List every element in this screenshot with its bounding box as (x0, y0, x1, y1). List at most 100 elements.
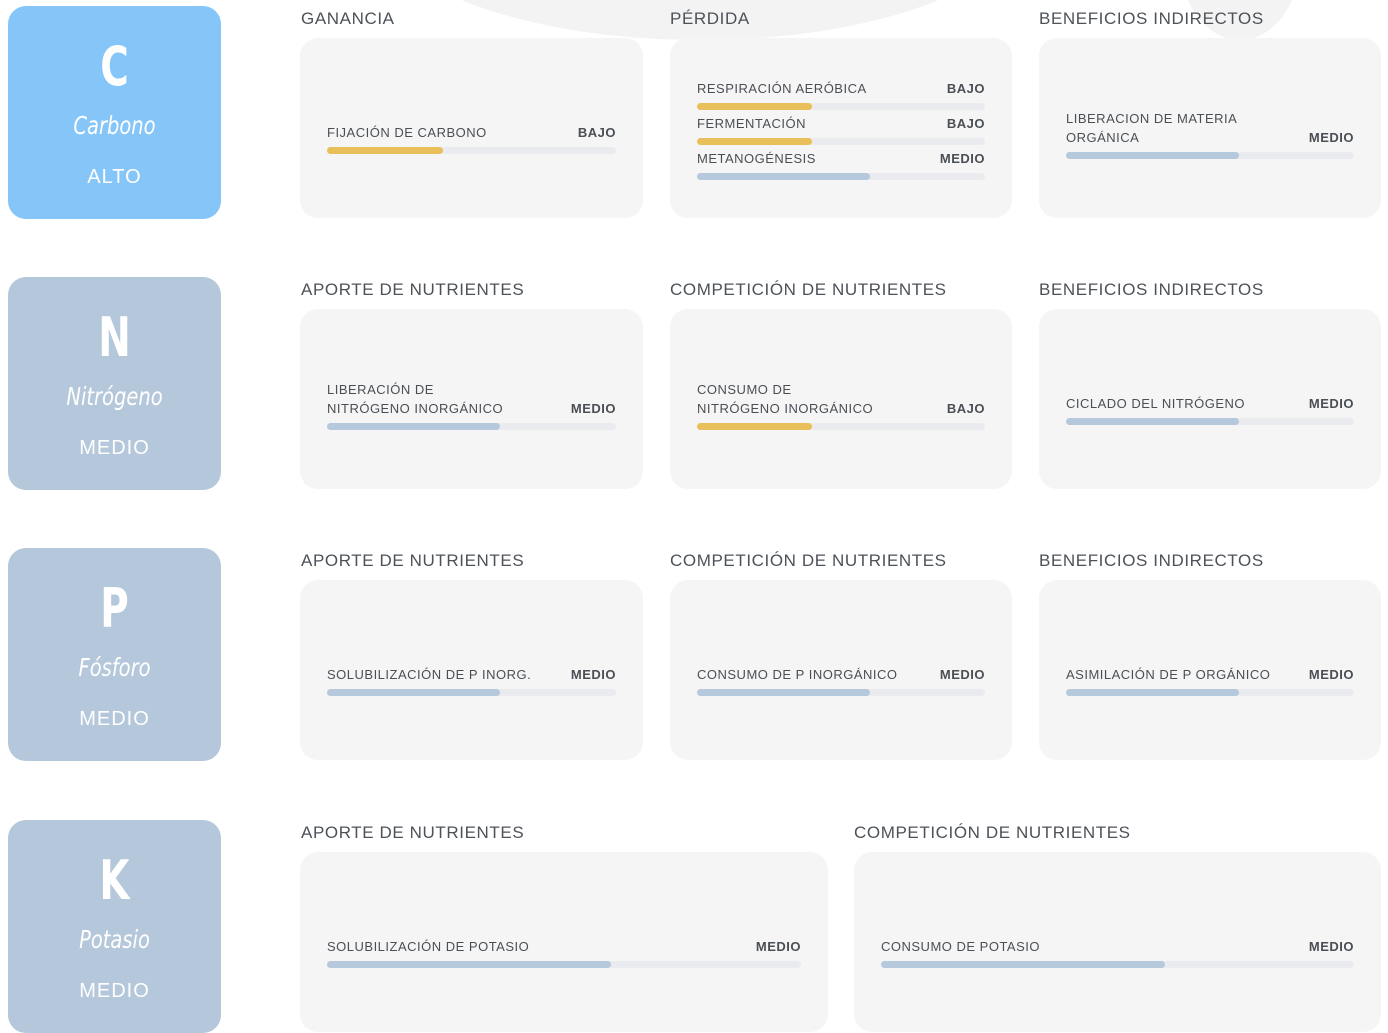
section-header: BENEFICIOS INDIRECTOS (1039, 551, 1264, 570)
metric-label: SOLUBILIZACIÓN DE POTASIO (327, 939, 530, 954)
metric-item: CONSUMO DE NITRÓGENO INORGÁNICO BAJO (697, 382, 985, 430)
progress-fill (327, 147, 443, 154)
metric-value: MEDIO (570, 667, 616, 682)
progress-fill (697, 689, 870, 696)
progress-track (1066, 689, 1354, 696)
progress-track (697, 103, 985, 110)
metric-label: FERMENTACIÓN (697, 116, 807, 131)
element-level: MEDIO (79, 708, 150, 730)
metric-label: SOLUBILIZACIÓN DE P INORG. (327, 667, 532, 682)
element-name: Carbono (73, 111, 156, 140)
element-symbol: C (100, 35, 129, 98)
element-level: MEDIO (79, 437, 150, 459)
section-header: COMPETICIÓN DE NUTRIENTES (670, 280, 947, 299)
metric-item: ASIMILACIÓN DE P ORGÁNICO MEDIO (1066, 665, 1354, 696)
progress-fill (697, 103, 813, 110)
progress-fill (327, 961, 612, 968)
metric-item: FERMENTACIÓN BAJO (697, 114, 985, 145)
section-header: PÉRDIDA (670, 9, 750, 28)
progress-fill (327, 423, 501, 430)
element-symbol: P (100, 577, 129, 640)
section-card: ASIMILACIÓN DE P ORGÁNICO MEDIO (1039, 580, 1381, 760)
section-card: RESPIRACIÓN AERÓBICA BAJO FERMENTACIÓN BAJO… (670, 38, 1012, 218)
progress-track (1066, 152, 1354, 159)
metric-item: CONSUMO DE POTASIO MEDIO (881, 937, 1354, 968)
section-header: COMPETICIÓN DE NUTRIENTES (670, 551, 947, 570)
progress-track (1066, 418, 1354, 425)
metric-label: CONSUMO DE POTASIO (881, 939, 1040, 954)
progress-fill (1066, 152, 1239, 159)
progress-track (327, 689, 616, 696)
metric-value: MEDIO (755, 939, 801, 954)
progress-fill (1066, 689, 1239, 696)
metric-item: CONSUMO DE P INORGÁNICO MEDIO (697, 665, 985, 696)
metric-item: SOLUBILIZACIÓN DE POTASIO MEDIO (327, 937, 801, 968)
section-card: CONSUMO DE NITRÓGENO INORGÁNICO BAJO (670, 309, 1012, 489)
metric-item: LIBERACIÓN DE NITRÓGENO INORGÁNICO MEDIO (327, 382, 616, 430)
section-header: APORTE DE NUTRIENTES (301, 823, 525, 842)
metric-value: MEDIO (1308, 130, 1354, 145)
progress-track (327, 961, 801, 968)
metric-item: SOLUBILIZACIÓN DE P INORG. MEDIO (327, 665, 616, 696)
progress-track (327, 423, 616, 430)
element-name: Potasio (79, 925, 150, 954)
metric-label: LIBERACIÓN DE NITRÓGENO INORGÁNICO (327, 382, 504, 416)
metric-label: LIBERACION DE MATERIA ORGÁNICA (1066, 111, 1237, 145)
progress-fill (1066, 418, 1239, 425)
progress-track (697, 423, 985, 430)
metric-value: BAJO (577, 125, 616, 140)
metric-label: CONSUMO DE NITRÓGENO INORGÁNICO (697, 382, 874, 416)
element-tile-c[interactable]: C Carbono ALTO (8, 6, 221, 219)
progress-track (697, 173, 985, 180)
element-tile-k[interactable]: K Potasio MEDIO (8, 820, 221, 1033)
element-name: Fósforo (78, 653, 151, 682)
metric-item: RESPIRACIÓN AERÓBICA BAJO (697, 79, 985, 110)
metric-value: BAJO (946, 116, 985, 131)
metric-item: FIJACIÓN DE CARBONO BAJO (327, 123, 616, 154)
progress-track (881, 961, 1354, 968)
metric-value: MEDIO (939, 667, 985, 682)
section-header: COMPETICIÓN DE NUTRIENTES (854, 823, 1131, 842)
section-card: FIJACIÓN DE CARBONO BAJO (300, 38, 643, 218)
section-card: CONSUMO DE P INORGÁNICO MEDIO (670, 580, 1012, 760)
section-card: SOLUBILIZACIÓN DE P INORG. MEDIO (300, 580, 643, 760)
metric-label: METANOGÉNESIS (697, 151, 816, 166)
element-tile-n[interactable]: N Nitrógeno MEDIO (8, 277, 221, 490)
progress-fill (881, 961, 1165, 968)
section-header: BENEFICIOS INDIRECTOS (1039, 280, 1264, 299)
metric-value: MEDIO (939, 151, 985, 166)
metric-value: MEDIO (1308, 396, 1354, 411)
metric-label: CICLADO DEL NITRÓGENO (1066, 396, 1246, 411)
section-card: SOLUBILIZACIÓN DE POTASIO MEDIO (300, 852, 828, 1032)
progress-fill (697, 173, 870, 180)
progress-track (697, 138, 985, 145)
metric-value: BAJO (946, 401, 985, 416)
progress-track (697, 689, 985, 696)
metric-item: METANOGÉNESIS MEDIO (697, 149, 985, 180)
section-card: LIBERACIÓN DE NITRÓGENO INORGÁNICO MEDIO (300, 309, 643, 489)
section-header: BENEFICIOS INDIRECTOS (1039, 9, 1264, 28)
metric-value: MEDIO (1308, 939, 1354, 954)
metric-label: CONSUMO DE P INORGÁNICO (697, 667, 898, 682)
metric-value: BAJO (946, 81, 985, 96)
section-card: CONSUMO DE POTASIO MEDIO (854, 852, 1381, 1032)
element-name: Nitrógeno (66, 382, 163, 411)
metric-value: MEDIO (570, 401, 616, 416)
progress-fill (697, 423, 813, 430)
element-tile-p[interactable]: P Fósforo MEDIO (8, 548, 221, 761)
metric-item: LIBERACION DE MATERIA ORGÁNICA MEDIO (1066, 111, 1354, 159)
section-card: LIBERACION DE MATERIA ORGÁNICA MEDIO (1039, 38, 1381, 218)
metric-item: CICLADO DEL NITRÓGENO MEDIO (1066, 394, 1354, 425)
section-card: CICLADO DEL NITRÓGENO MEDIO (1039, 309, 1381, 489)
section-header: APORTE DE NUTRIENTES (301, 280, 525, 299)
metric-label: RESPIRACIÓN AERÓBICA (697, 81, 867, 96)
progress-fill (327, 689, 501, 696)
section-header: GANANCIA (301, 9, 395, 28)
element-symbol: N (98, 306, 131, 369)
progress-track (327, 147, 616, 154)
section-header: APORTE DE NUTRIENTES (301, 551, 525, 570)
element-level: MEDIO (79, 980, 150, 1002)
element-symbol: K (99, 849, 130, 912)
progress-fill (697, 138, 813, 145)
metric-label: FIJACIÓN DE CARBONO (327, 125, 487, 140)
